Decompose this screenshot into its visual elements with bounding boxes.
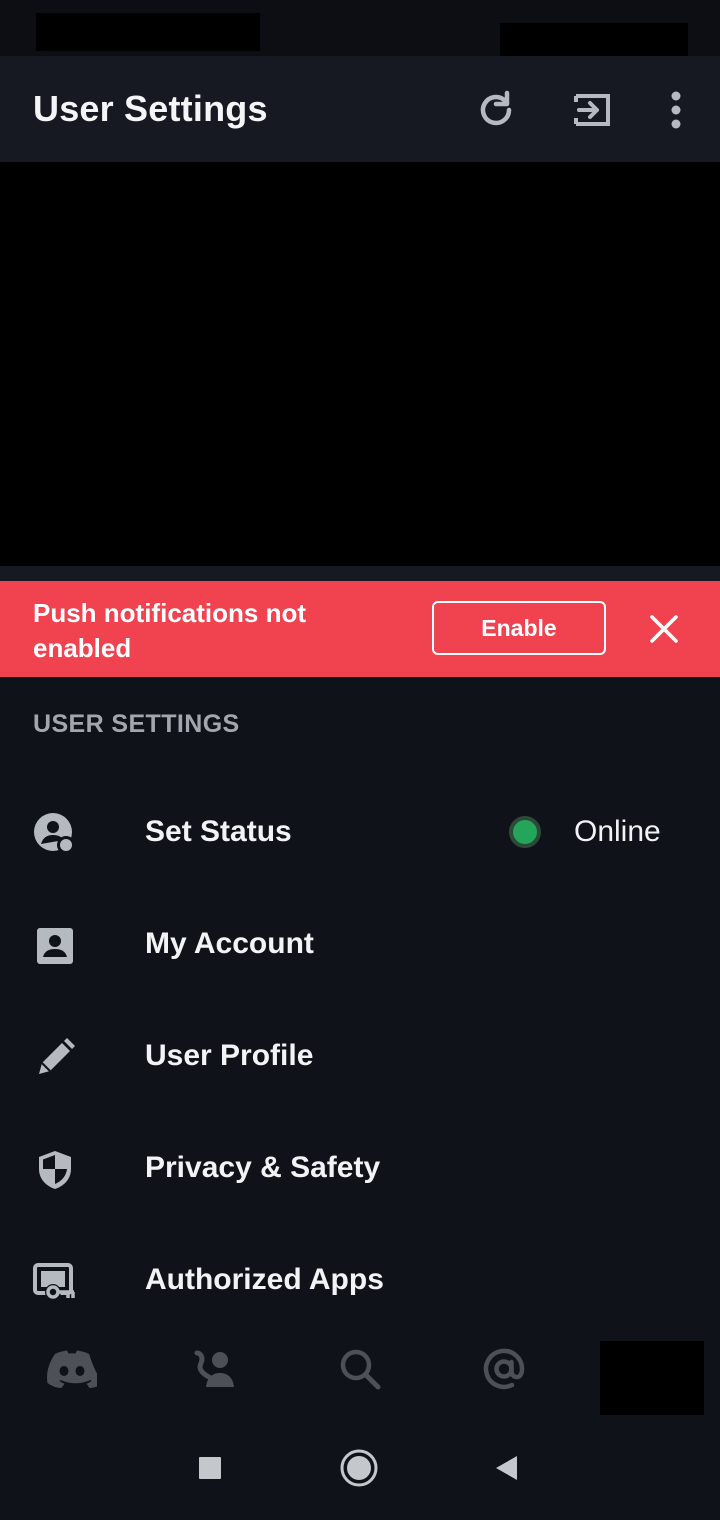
section-header: USER SETTINGS [33, 710, 240, 738]
nav-mentions[interactable] [478, 1345, 530, 1393]
recents-square-icon [199, 1457, 221, 1479]
nav-friends[interactable] [190, 1345, 242, 1393]
privacy-safety-label: Privacy & Safety [145, 1151, 381, 1184]
privacy-safety-row[interactable]: Privacy & Safety [0, 1113, 720, 1223]
banner-divider [0, 566, 720, 581]
redacted-status-left [36, 13, 260, 51]
dismiss-banner-button[interactable] [640, 605, 688, 653]
nav-home[interactable] [46, 1345, 98, 1393]
discord-home-icon [47, 1350, 97, 1388]
refresh-icon [480, 90, 512, 126]
logout-icon [574, 94, 610, 126]
nav-search[interactable] [334, 1345, 386, 1393]
current-status-value: Online [574, 815, 661, 848]
redacted-status-right [500, 23, 688, 56]
logout-button[interactable] [566, 84, 618, 136]
enable-notifications-button[interactable]: Enable [432, 601, 606, 655]
refresh-button[interactable] [470, 84, 522, 136]
search-icon [340, 1349, 381, 1390]
user-status-icon [34, 813, 75, 854]
authorized-apps-row[interactable]: Authorized Apps [0, 1225, 720, 1335]
user-profile-row[interactable]: User Profile [0, 1001, 720, 1111]
pencil-icon [39, 1038, 75, 1074]
user-profile-label: User Profile [145, 1039, 314, 1072]
my-account-label: My Account [145, 927, 314, 960]
app-bar: User Settings [0, 56, 720, 162]
close-icon [650, 615, 678, 643]
account-card-icon [37, 928, 73, 964]
more-vertical-icon [671, 91, 681, 129]
page-title: User Settings [33, 88, 268, 129]
set-status-label: Set Status [145, 815, 292, 848]
user-settings-screen: User Settings Push notifications not ena… [0, 0, 720, 1520]
app-key-icon [33, 1263, 75, 1300]
my-account-row[interactable]: My Account [0, 889, 720, 999]
home-button[interactable] [336, 1445, 382, 1491]
back-triangle-icon [496, 1456, 517, 1480]
set-status-row[interactable]: Set Status Online [0, 777, 720, 887]
system-navigation-bar [0, 1415, 720, 1520]
profile-banner [0, 162, 720, 566]
recents-button[interactable] [187, 1445, 233, 1491]
shield-icon [39, 1151, 71, 1189]
mentions-icon [483, 1348, 525, 1390]
friends-icon [194, 1350, 234, 1387]
online-status-indicator [509, 816, 541, 848]
back-button[interactable] [483, 1445, 529, 1491]
push-notification-banner: Push notifications not enabled Enable [0, 581, 720, 677]
authorized-apps-label: Authorized Apps [145, 1263, 384, 1296]
bottom-navigation [0, 1325, 720, 1418]
push-notification-message: Push notifications not enabled [33, 598, 306, 663]
home-circle-icon [340, 1449, 378, 1487]
status-bar [0, 0, 720, 56]
redacted-nav-avatar [600, 1341, 704, 1418]
more-options-button[interactable] [650, 84, 702, 136]
